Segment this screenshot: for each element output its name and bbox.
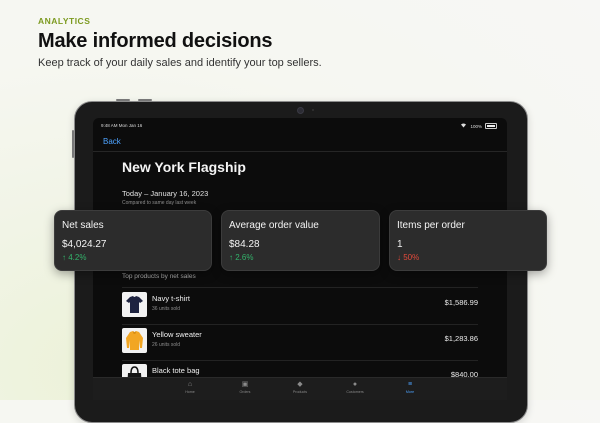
- product-name: Black tote bag: [152, 366, 200, 375]
- arrow-up-icon: ↑: [229, 253, 233, 262]
- tab-label: Home: [185, 390, 195, 394]
- side-button: [72, 130, 74, 158]
- metric-label: Items per order: [397, 220, 465, 231]
- product-thumbnail: [122, 328, 147, 353]
- status-right: 100%: [460, 123, 497, 129]
- store-title: New York Flagship: [122, 159, 246, 175]
- metric-delta: ↑ 2.6%: [229, 253, 253, 262]
- home-icon: ⌂: [187, 381, 193, 388]
- arrow-up-icon: ↑: [62, 253, 66, 262]
- metric-delta: ↑ 4.2%: [62, 253, 86, 262]
- volume-button: [138, 99, 152, 101]
- arrow-down-icon: ↓: [397, 253, 401, 262]
- metric-label: Average order value: [229, 220, 319, 231]
- product-thumbnail: [122, 292, 147, 317]
- camera: [297, 107, 304, 114]
- product-row[interactable]: Yellow sweater 26 units sold $1,283.86: [122, 324, 478, 360]
- date-range: Today – January 16, 2023: [122, 189, 209, 198]
- tab-label: Products: [292, 390, 308, 394]
- tab-more[interactable]: ≡ More: [390, 381, 430, 394]
- comparison-note: Compared to same day last week: [122, 200, 197, 206]
- product-name: Navy t-shirt: [152, 294, 190, 303]
- metric-label: Net sales: [62, 220, 104, 231]
- headline: Make informed decisions: [38, 30, 273, 52]
- tag-icon: ◆: [297, 381, 303, 388]
- tab-bar: ⌂ Home ▣ Orders ◆ Products ● Customers ≡…: [93, 377, 507, 400]
- units-sold: 36 units sold: [152, 306, 181, 312]
- delta-value: 50%: [403, 253, 420, 262]
- eyebrow: ANALYTICS: [38, 16, 91, 26]
- volume-button: [116, 99, 130, 101]
- subheadline: Keep track of your daily sales and ident…: [38, 57, 322, 69]
- product-row[interactable]: Navy t-shirt 36 units sold $1,586.99: [122, 288, 478, 324]
- tshirt-icon: [126, 296, 143, 313]
- units-sold: 26 units sold: [152, 342, 181, 348]
- delta-value: 4.2%: [68, 253, 87, 262]
- metric-card-average-order-value[interactable]: Average order value $84.28 ↑ 2.6%: [221, 210, 380, 271]
- product-amount: $1,586.99: [444, 298, 478, 307]
- back-button[interactable]: Back: [103, 137, 121, 146]
- wifi-icon: [460, 123, 467, 129]
- metric-card-items-per-order[interactable]: Items per order 1 ↓ 50%: [389, 210, 547, 271]
- orders-icon: ▣: [241, 381, 249, 388]
- tab-home[interactable]: ⌂ Home: [170, 381, 210, 394]
- delta-value: 2.6%: [235, 253, 254, 262]
- battery-percent: 100%: [470, 123, 482, 129]
- metric-value: 1: [397, 239, 403, 250]
- tab-label: More: [405, 390, 415, 394]
- tab-orders[interactable]: ▣ Orders: [225, 381, 265, 394]
- tab-label: Customers: [346, 390, 364, 394]
- tab-label: Orders: [239, 390, 251, 394]
- battery-icon: [485, 123, 497, 129]
- section-label: Top products by net sales: [122, 273, 196, 280]
- status-time: 9:48 AM Mon Jan 16: [101, 123, 143, 128]
- product-name: Yellow sweater: [152, 330, 202, 339]
- metric-value: $4,024.27: [62, 239, 107, 250]
- metric-delta: ↓ 50%: [397, 253, 419, 262]
- metric-card-net-sales[interactable]: Net sales $4,024.27 ↑ 4.2%: [54, 210, 212, 271]
- tab-products[interactable]: ◆ Products: [280, 381, 320, 394]
- product-amount: $1,283.86: [444, 334, 478, 343]
- person-icon: ●: [352, 381, 358, 388]
- tab-customers[interactable]: ● Customers: [335, 381, 375, 394]
- sensor: [312, 109, 314, 111]
- divider: [93, 151, 507, 152]
- menu-icon: ≡: [407, 381, 413, 388]
- metric-value: $84.28: [229, 239, 260, 250]
